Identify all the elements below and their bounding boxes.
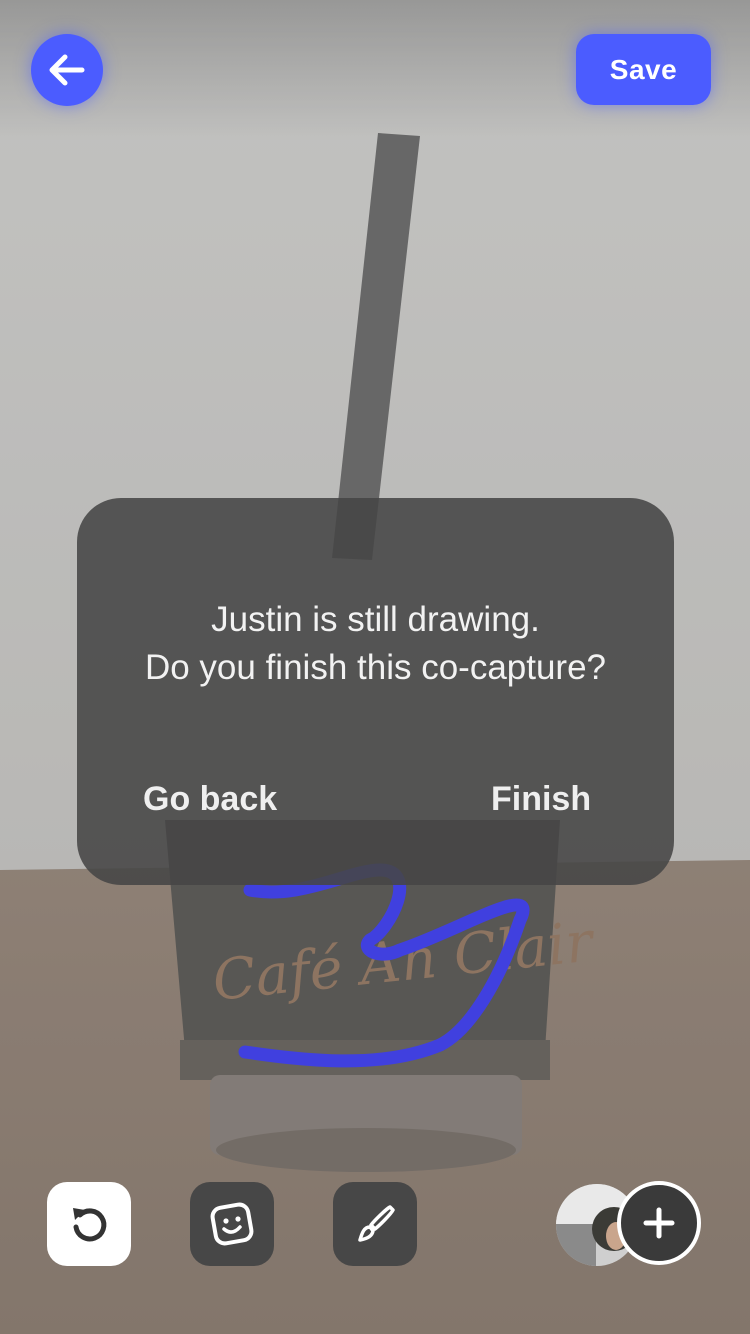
add-participant-button[interactable]: [617, 1181, 701, 1265]
dialog-message: Justin is still drawing. Do you finish t…: [144, 600, 607, 687]
brush-icon: [358, 1205, 395, 1242]
undo-icon: [73, 1208, 107, 1242]
sticker-button[interactable]: [190, 1182, 274, 1266]
save-button[interactable]: Save: [576, 34, 711, 105]
back-button[interactable]: [31, 34, 103, 106]
sticker-face-icon: [210, 1202, 254, 1246]
arrow-left-icon: [49, 54, 85, 86]
go-back-button[interactable]: Go back: [143, 780, 277, 819]
finish-button[interactable]: Finish: [491, 780, 591, 819]
confirm-dialog: Justin is still drawing. Do you finish t…: [77, 498, 674, 885]
undo-button[interactable]: [47, 1182, 131, 1266]
brush-button[interactable]: [333, 1182, 417, 1266]
plus-icon: [643, 1207, 675, 1239]
